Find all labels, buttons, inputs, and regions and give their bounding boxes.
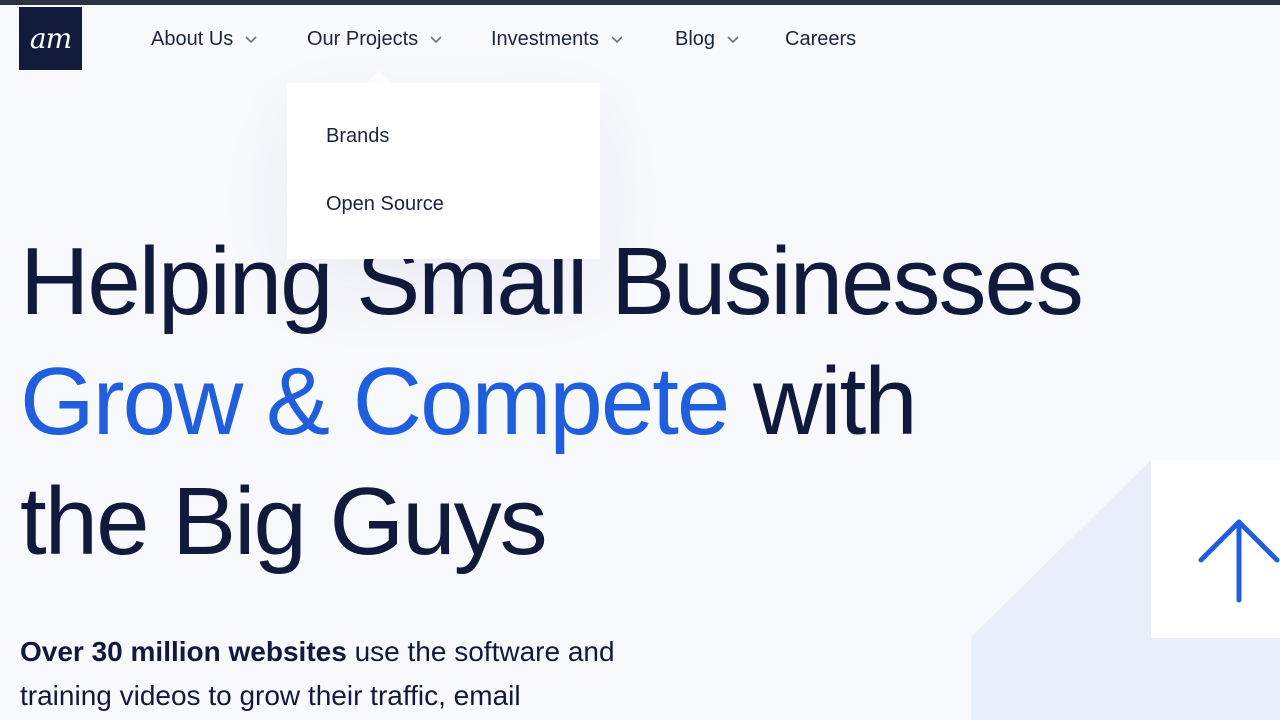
logo[interactable]: am	[19, 7, 82, 70]
our-projects-dropdown: Brands Open Source	[287, 83, 600, 259]
hero-line-2-rest: with	[728, 348, 918, 455]
nav-item-label: Our Projects	[307, 27, 419, 50]
nav-item-careers[interactable]: Careers	[785, 22, 856, 56]
nav-item-label: Careers	[785, 27, 857, 50]
hero-heading: Helping Small Businesses Grow & Compete …	[20, 222, 1084, 582]
scroll-to-top-button[interactable]	[1151, 460, 1280, 638]
dropdown-item-brands[interactable]: Brands	[326, 125, 389, 148]
chevron-down-icon	[727, 36, 739, 44]
hero-subcopy: Over 30 million websites use the softwar…	[20, 630, 615, 718]
subcopy-line-2: training videos to grow their traffic, e…	[20, 680, 521, 711]
dropdown-item-open-source[interactable]: Open Source	[326, 193, 444, 216]
nav-item-label: Investments	[491, 27, 599, 50]
hero-line-3: the Big Guys	[20, 468, 548, 575]
nav-item-label: Blog	[675, 27, 716, 50]
subcopy-line-1-rest: use the software and	[346, 636, 615, 667]
chevron-down-icon	[611, 36, 623, 44]
logo-text: am	[29, 22, 72, 55]
arrow-up-icon	[1198, 519, 1280, 603]
nav-item-about-us[interactable]: About Us	[151, 22, 258, 56]
top-bar	[0, 0, 1280, 5]
nav-item-investments[interactable]: Investments	[491, 22, 624, 56]
hero-accent: Grow & Compete	[20, 348, 730, 455]
dropdown-caret	[366, 70, 392, 84]
subcopy-bold: Over 30 million websites	[20, 636, 347, 667]
nav-item-our-projects[interactable]: Our Projects	[307, 22, 443, 56]
chevron-down-icon	[245, 36, 257, 44]
chevron-down-icon	[430, 36, 442, 44]
nav-item-label: About Us	[151, 27, 234, 50]
nav-item-blog[interactable]: Blog	[675, 22, 740, 56]
